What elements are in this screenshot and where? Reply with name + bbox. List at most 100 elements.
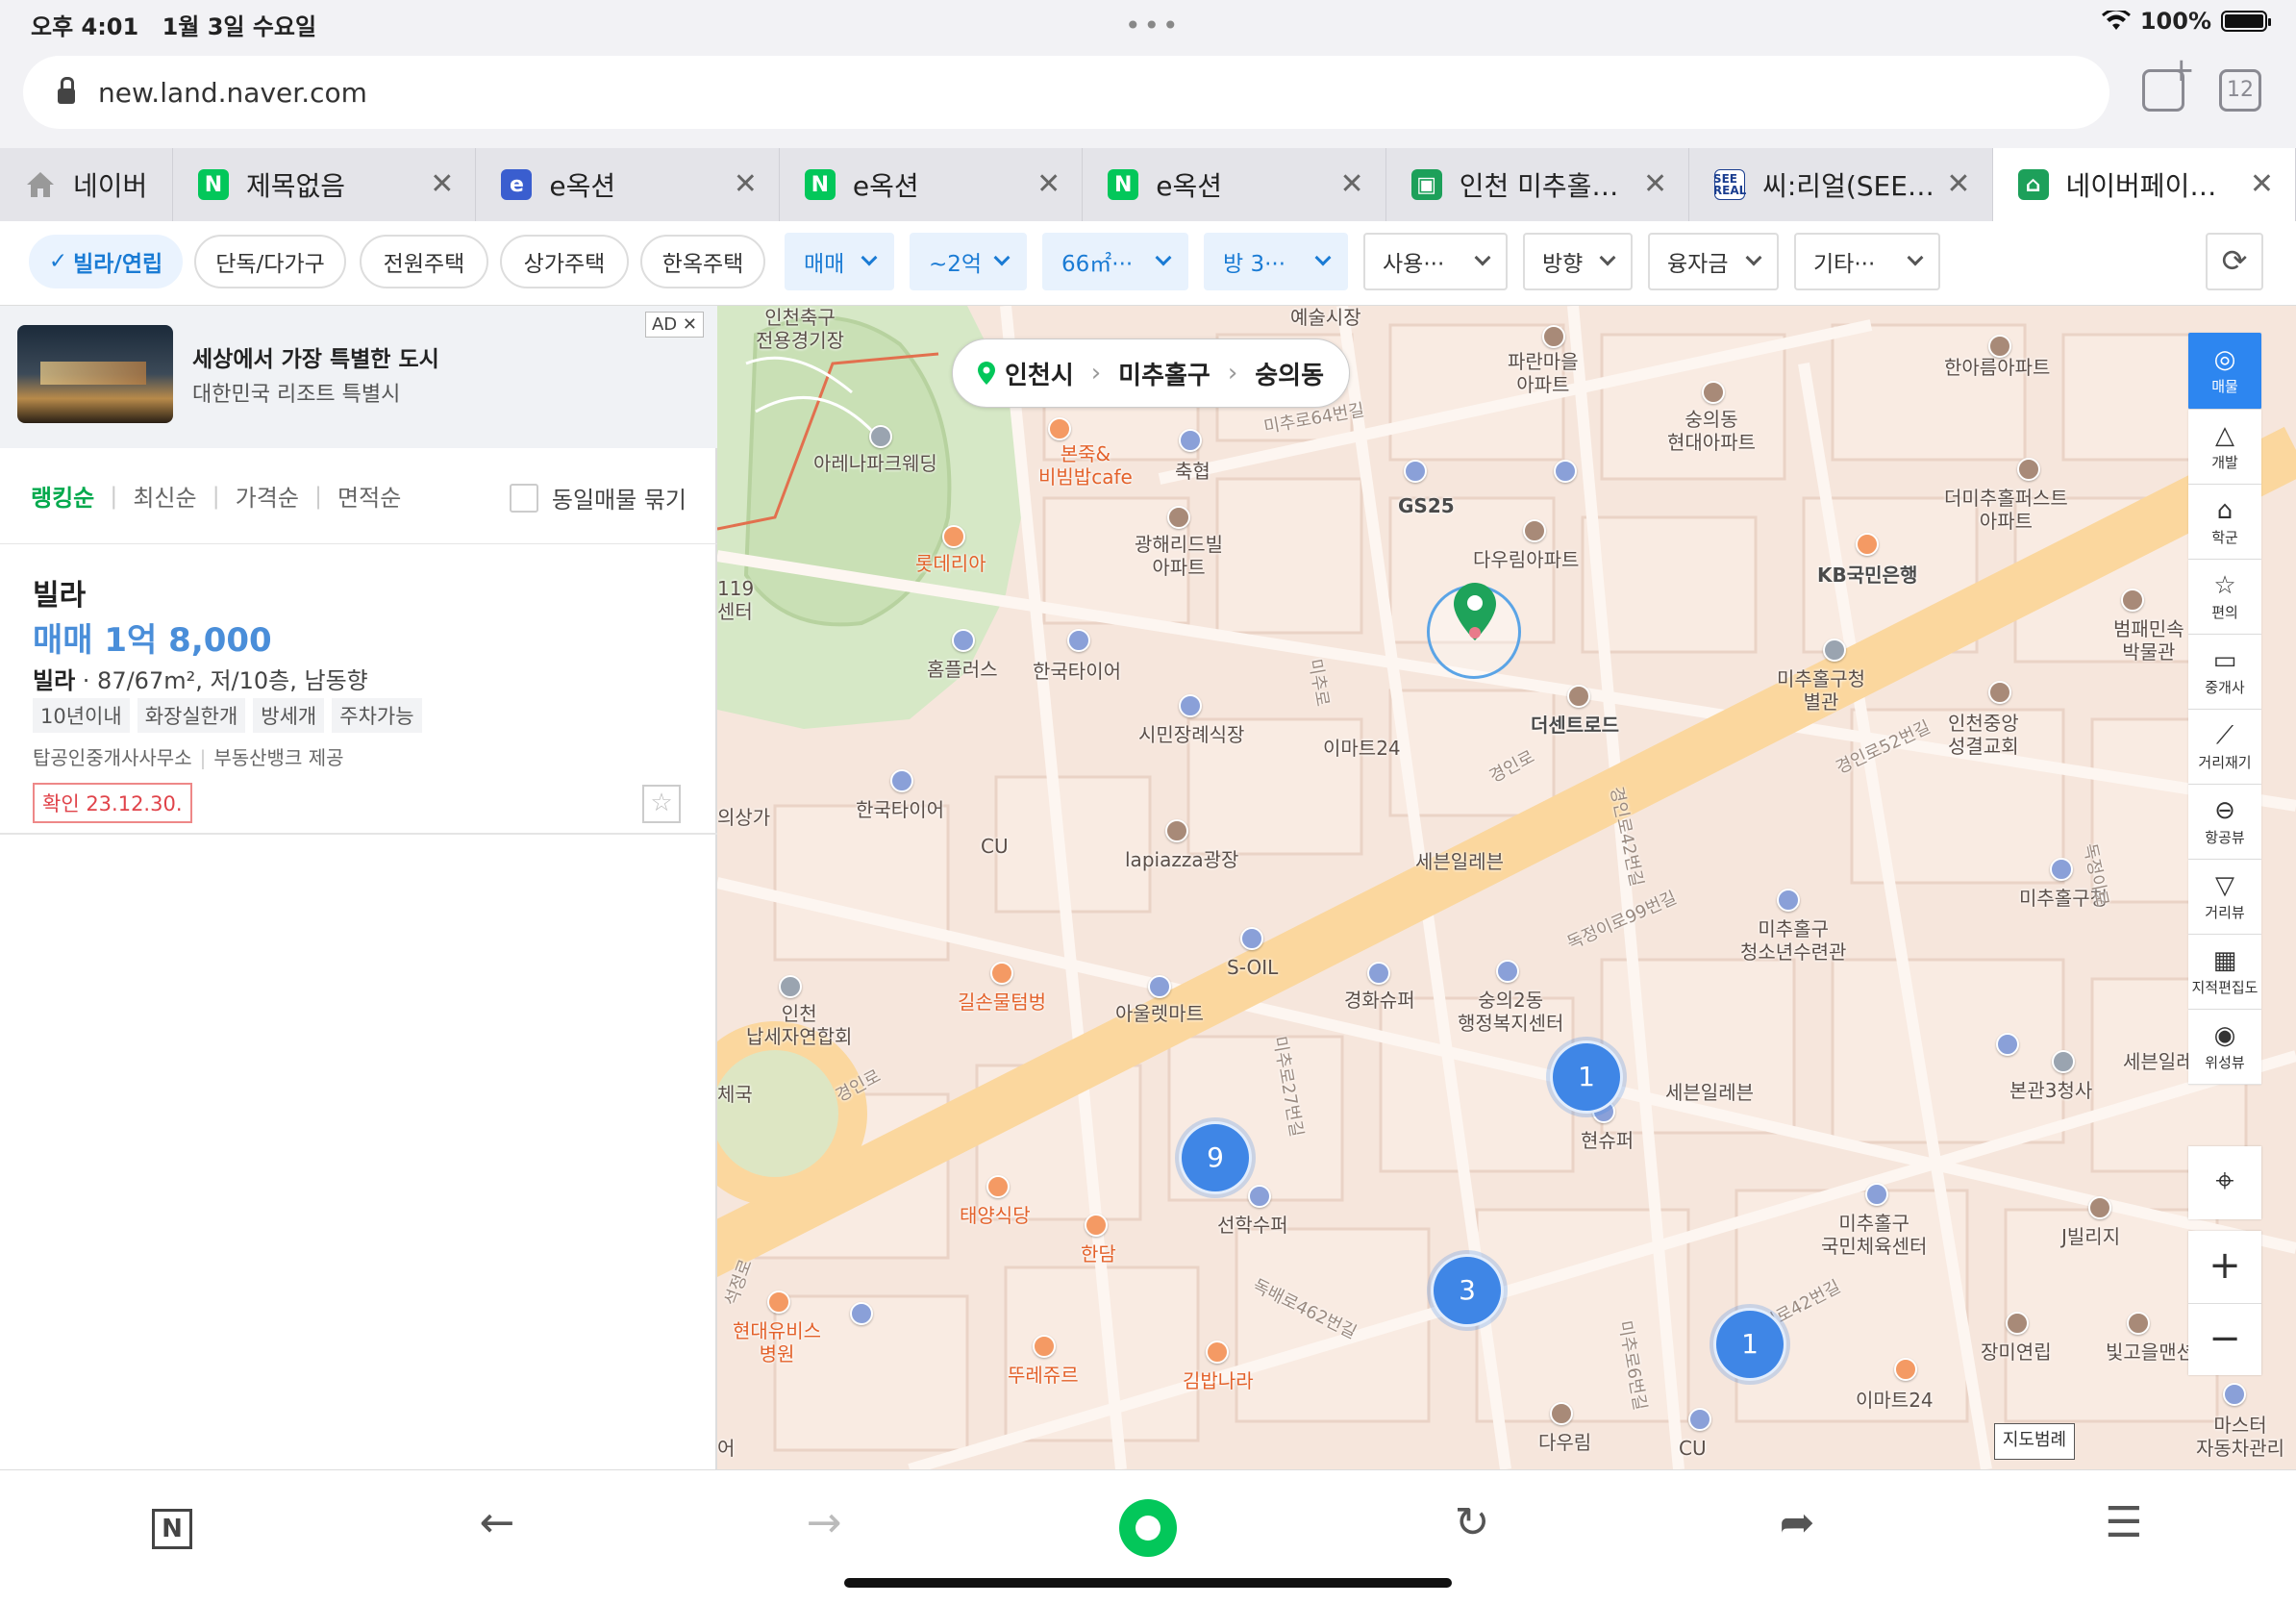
map-label[interactable]: 축협	[1175, 460, 1210, 483]
office-pin-icon[interactable]	[1823, 639, 1846, 662]
filter-approval[interactable]: 사용···	[1363, 233, 1508, 290]
apartment-pin-icon[interactable]	[1567, 685, 1590, 708]
map-label[interactable]: 길손물텀벙	[958, 990, 1046, 1014]
supermarket-pin-icon[interactable]	[1248, 1185, 1271, 1208]
map-label[interactable]: 인천축구 전용경기장	[756, 306, 844, 352]
map-label[interactable]: 인천중앙 성결교회	[1948, 712, 2019, 758]
tab-eauction-1[interactable]: e e옥션 ✕	[476, 148, 780, 221]
url-field[interactable]: new.land.naver.com	[23, 56, 2109, 129]
funeral-pin-icon[interactable]	[1179, 694, 1202, 717]
map-label[interactable]: 체국	[717, 1083, 753, 1106]
sort-area[interactable]: 면적순	[337, 479, 401, 513]
close-tab-icon[interactable]: ✕	[2250, 167, 2274, 201]
filter-direction[interactable]: 방향	[1523, 233, 1633, 290]
close-tab-icon[interactable]: ✕	[1946, 167, 1970, 201]
restaurant-pin-icon[interactable]	[986, 1175, 1010, 1198]
ad-close-button[interactable]: AD ✕	[644, 312, 704, 338]
sort-price[interactable]: 가격순	[236, 479, 299, 513]
sort-ranking[interactable]: 랭킹순	[31, 479, 94, 513]
sports-center-pin-icon[interactable]	[1865, 1183, 1888, 1206]
map-label[interactable]: CU	[981, 835, 1009, 858]
apartment-pin-icon[interactable]	[1550, 1402, 1573, 1425]
toolbar-street-view[interactable]: ▽ 거리뷰	[2188, 860, 2261, 935]
map-label[interactable]: 미추홀구 국민체육센터	[1821, 1212, 1927, 1258]
map-label[interactable]: 현슈퍼	[1581, 1129, 1634, 1152]
map-label[interactable]: 한국타이어	[1033, 660, 1121, 683]
map-label[interactable]: 미추홀구 청소년수련관	[1740, 917, 1846, 964]
close-tab-icon[interactable]: ✕	[1340, 167, 1364, 201]
map-label[interactable]: lapiazza광장	[1125, 848, 1238, 871]
apartment-pin-icon[interactable]	[1542, 325, 1565, 348]
refresh-filter-icon[interactable]: ⟳	[2206, 233, 2263, 290]
chip-commercial-house[interactable]: 상가주택	[500, 235, 629, 288]
toolbar-convenience[interactable]: ☆ 편의	[2188, 560, 2261, 635]
new-tab-button[interactable]	[2142, 51, 2195, 112]
map-label[interactable]: 119 센터	[717, 577, 754, 623]
convenience-store-pin-icon[interactable]	[1404, 460, 1427, 483]
reload-button[interactable]: ↻	[1438, 1491, 1506, 1559]
toolbar-satellite[interactable]: ◉ 위성뷰	[2188, 1010, 2261, 1085]
restaurant-pin-icon[interactable]	[942, 525, 965, 548]
tab-eauction-2[interactable]: N e옥션 ✕	[780, 148, 1084, 221]
toolbar-school[interactable]: ⌂ 학군	[2188, 485, 2261, 560]
toolbar-cadastral[interactable]: ▦ 지적편집도	[2188, 935, 2261, 1010]
map-label[interactable]: 다우림	[1538, 1431, 1591, 1454]
office-pin-icon[interactable]	[2050, 858, 2073, 881]
youth-center-pin-icon[interactable]	[1777, 889, 1800, 912]
map-label[interactable]: 범패민속 박물관	[2113, 617, 2184, 664]
map-label[interactable]: 의상가	[717, 806, 770, 829]
map-label[interactable]: 숭의동 현대아파트	[1667, 408, 1756, 454]
zoom-out-button[interactable]: −	[2188, 1303, 2261, 1375]
listing-cluster[interactable]: 3	[1431, 1254, 1504, 1327]
sort-newest[interactable]: 최신순	[133, 479, 196, 513]
map-label[interactable]: 광해리드빌 아파트	[1135, 533, 1223, 579]
breadcrumb-district[interactable]: 미추홀구	[1118, 356, 1210, 391]
office-pin-icon[interactable]	[779, 975, 802, 998]
parking-pin-icon[interactable]	[850, 1302, 873, 1325]
chip-hanok[interactable]: 한옥주택	[640, 235, 765, 288]
gas-station-pin-icon[interactable]	[1240, 927, 1263, 950]
map-label[interactable]: 한국타이어	[856, 798, 944, 821]
listing-cluster[interactable]: 1	[1713, 1308, 1786, 1381]
map-label[interactable]: 미추홀구청 별관	[1777, 667, 1865, 714]
map-label[interactable]: 다우림아파트	[1473, 548, 1579, 571]
share-button[interactable]: ➦	[1763, 1491, 1831, 1559]
tab-see-real[interactable]: SEE REAL 씨:리얼(SEE… ✕	[1689, 148, 1993, 221]
map-label[interactable]: 이마트24	[1323, 737, 1401, 760]
map-label[interactable]: 빛고을맨션	[2106, 1341, 2194, 1364]
bank-pin-icon[interactable]	[1856, 533, 1879, 556]
map-label[interactable]: 예술시장	[1290, 306, 1361, 329]
tab-overview-button[interactable]: 12	[2219, 69, 2261, 112]
mart-pin-icon[interactable]	[952, 629, 975, 652]
map-label[interactable]: 아레나파크웨딩	[813, 452, 937, 475]
apartment-pin-icon[interactable]	[1988, 335, 2011, 358]
tab-untitled[interactable]: N 제목없음 ✕	[173, 148, 477, 221]
green-dot-button[interactable]	[1119, 1499, 1177, 1557]
museum-pin-icon[interactable]	[2121, 589, 2144, 612]
map-label[interactable]: 경화슈퍼	[1344, 989, 1415, 1012]
park-pin-icon[interactable]	[1165, 819, 1188, 842]
apartment-pin-icon[interactable]	[1167, 506, 1190, 529]
bank-pin-icon[interactable]	[1179, 429, 1202, 452]
filter-rooms[interactable]: 방 3···	[1204, 233, 1348, 290]
toolbar-aerial[interactable]: ⊖ 항공뷰	[2188, 785, 2261, 860]
map-label[interactable]: 파란마을 아파트	[1508, 350, 1579, 396]
tab-incheon-michuhol[interactable]: ▣ 인천 미추홀… ✕	[1386, 148, 1690, 221]
map-label[interactable]: 태양식당	[960, 1204, 1031, 1227]
bakery-pin-icon[interactable]	[1033, 1335, 1056, 1358]
office-pin-icon[interactable]	[1496, 960, 1519, 983]
restaurant-pin-icon[interactable]	[1085, 1214, 1108, 1237]
map-label[interactable]: 더미추홀퍼스트 아파트	[1944, 487, 2068, 533]
close-tab-icon[interactable]: ✕	[1036, 167, 1061, 201]
map-legend-button[interactable]: 지도범례	[1994, 1423, 2075, 1460]
toolbar-agent[interactable]: ▭ 중개사	[2188, 635, 2261, 710]
close-tab-icon[interactable]: ✕	[430, 167, 454, 201]
restaurant-pin-icon[interactable]	[990, 962, 1013, 985]
wedding-pin-icon[interactable]	[869, 425, 892, 448]
breadcrumb-city[interactable]: 인천시	[1005, 356, 1074, 391]
map-label[interactable]: 세븐일레븐	[1415, 850, 1504, 873]
filter-trade-type[interactable]: 매매	[785, 233, 894, 290]
map-label[interactable]: 어	[717, 1437, 735, 1460]
map-label[interactable]: 세븐일레븐	[1665, 1081, 1754, 1104]
apartment-pin-icon[interactable]	[1702, 381, 1725, 404]
